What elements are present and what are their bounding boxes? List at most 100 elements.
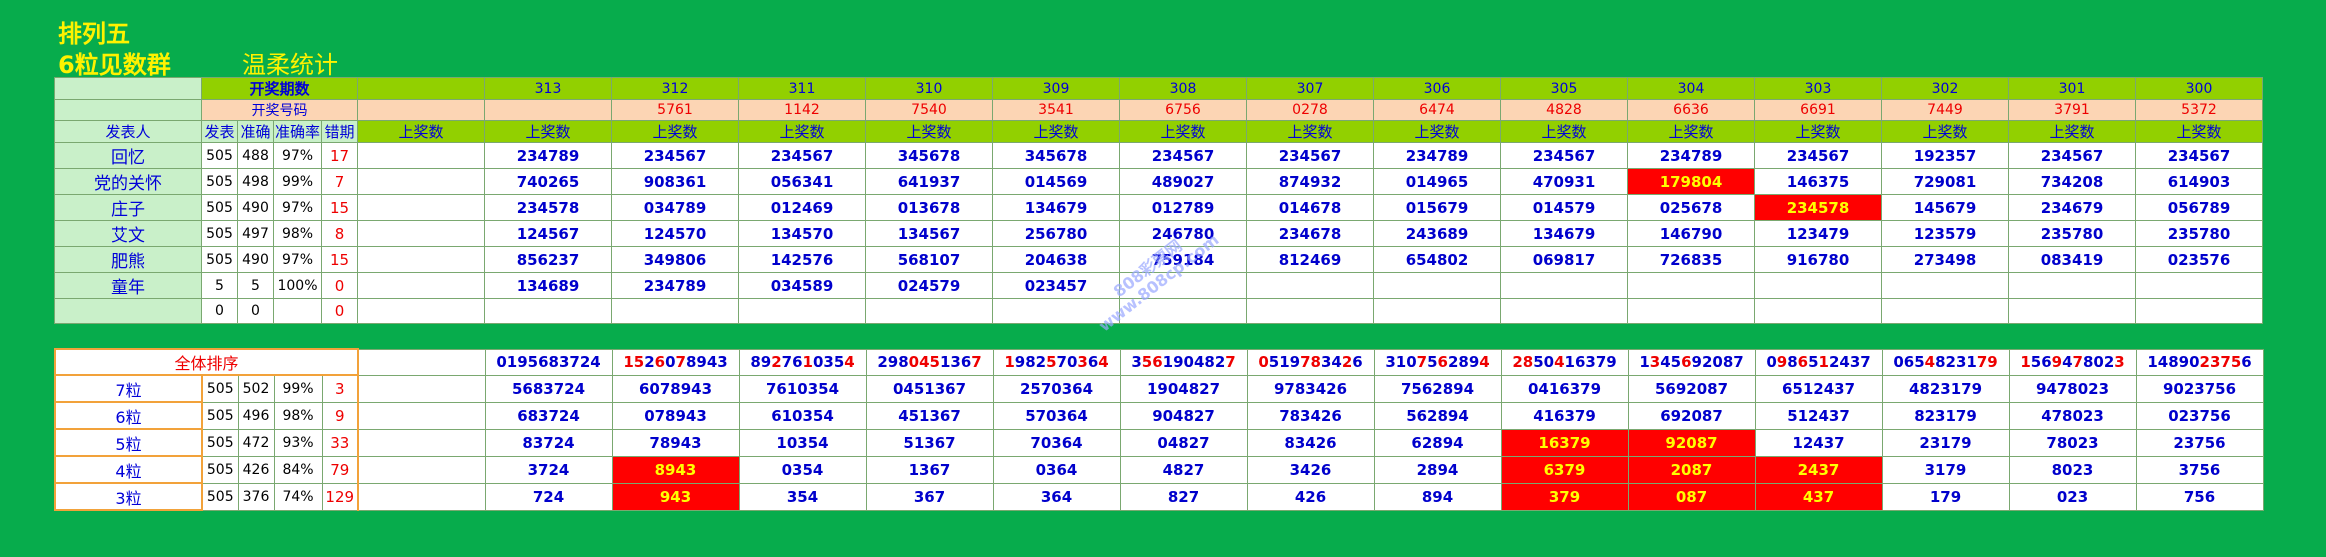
prediction-cell xyxy=(357,246,485,273)
upcoming-header: 上奖数 xyxy=(1373,120,1501,143)
full-order-cell: 2980451367 xyxy=(865,348,994,376)
full-order-cell: 0654823179 xyxy=(1881,348,2010,376)
prediction-cell xyxy=(1500,298,1628,324)
prediction-cell: 874932 xyxy=(1246,168,1374,195)
level-cell: 12437 xyxy=(1754,428,1883,457)
upcoming-header: 上奖数 xyxy=(1246,120,1374,143)
prediction-cell: 123479 xyxy=(1754,220,1882,247)
order-digit: 5 xyxy=(1046,353,1057,371)
level-cell xyxy=(357,401,486,430)
prediction-cell xyxy=(357,272,485,299)
order-digit: 3 xyxy=(2114,353,2125,371)
order-digit: 8 xyxy=(1310,353,1321,371)
table-row: 000 xyxy=(54,298,2263,324)
order-digit: 0 xyxy=(665,353,676,371)
prediction-cell: 856237 xyxy=(484,246,612,273)
draw-number-cell: 6474 xyxy=(1373,99,1501,121)
period-cell: 311 xyxy=(738,77,866,100)
prediction-cell: 069817 xyxy=(1500,246,1628,273)
order-digit: 5 xyxy=(1141,353,1153,371)
prediction-cell: 025678 xyxy=(1627,194,1755,221)
order-digit: 8 xyxy=(1204,353,1215,371)
order-digit: 2 xyxy=(1035,353,1047,371)
level-cell: 354 xyxy=(738,482,867,511)
upcoming-header: 上奖数 xyxy=(1500,120,1628,143)
order-digit: 4 xyxy=(706,353,718,371)
prediction-cell: 234789 xyxy=(611,272,739,299)
poster-name[interactable]: 童年 xyxy=(54,272,202,299)
miss-count: 15 xyxy=(321,194,358,221)
prediction-cell: 134679 xyxy=(992,194,1120,221)
prediction-cell: 243689 xyxy=(1373,220,1501,247)
accuracy-rate: 93% xyxy=(273,428,323,457)
order-digit: 4 xyxy=(1554,353,1565,371)
order-digit: 8 xyxy=(750,353,761,371)
prediction-cell: 134689 xyxy=(484,272,612,299)
order-digit: 6 xyxy=(1681,353,1692,371)
draw-number-cell: 6636 xyxy=(1627,99,1755,121)
order-digit: 6 xyxy=(1152,353,1163,371)
poster-name[interactable]: 庄子 xyxy=(54,194,202,221)
order-digit: 1 xyxy=(939,353,951,371)
draw-number-cell: 6691 xyxy=(1754,99,1882,121)
prediction-cell: 145679 xyxy=(1881,194,2009,221)
level-cell: 570364 xyxy=(992,401,1121,430)
poster-name[interactable]: 艾文 xyxy=(54,220,202,247)
draw-number-cell: 4828 xyxy=(1500,99,1628,121)
prediction-cell: 614903 xyxy=(2135,168,2263,195)
order-digit: 6 xyxy=(1797,353,1809,371)
poster-name[interactable]: 肥熊 xyxy=(54,246,202,273)
order-digit: 5 xyxy=(1533,353,1544,371)
prediction-cell: 124567 xyxy=(484,220,612,247)
level-cell: 451367 xyxy=(865,401,994,430)
order-digit: 8 xyxy=(1787,353,1798,371)
level-cell: 5692087 xyxy=(1627,374,1756,403)
order-digit: 8 xyxy=(1458,353,1469,371)
poster-name[interactable] xyxy=(54,298,202,324)
prediction-cell: 034789 xyxy=(611,194,739,221)
order-digit: 6 xyxy=(2041,353,2052,371)
page-title: 排列五 xyxy=(58,20,130,48)
level-cell: 51367 xyxy=(865,428,994,457)
ranking-header-row: 全体排序 0195683724 1526078943 8927610354 298045… xyxy=(54,348,2264,376)
order-digit: 3 xyxy=(558,353,570,371)
published-count: 505 xyxy=(201,401,239,430)
order-digit: 7 xyxy=(2072,353,2083,371)
order-digit: 7 xyxy=(675,353,686,371)
order-digit: 9 xyxy=(760,353,772,371)
prediction-cell: 024579 xyxy=(865,272,993,299)
prediction-cell xyxy=(357,220,485,247)
prediction-cell: 234567 xyxy=(611,142,739,169)
period-cell: 306 xyxy=(1373,77,1501,100)
order-digit: 4 xyxy=(1479,353,1490,371)
full-order-cell xyxy=(357,348,486,376)
full-order-cell: 0195683724 xyxy=(484,348,613,376)
published-count: 505 xyxy=(201,220,238,247)
published-count: 505 xyxy=(201,246,238,273)
prediction-cell: 034589 xyxy=(738,272,866,299)
prediction-cell: 014569 xyxy=(992,168,1120,195)
prediction-cell: 740265 xyxy=(484,168,612,195)
order-digit: 0 xyxy=(2093,353,2104,371)
order-digit: 7 xyxy=(1595,353,1607,371)
level-label: 6粒 xyxy=(54,401,203,430)
order-digit: 2 xyxy=(2103,353,2115,371)
order-digit: 1 xyxy=(506,353,518,371)
poster-name[interactable]: 回忆 xyxy=(54,142,202,169)
table-row: 回忆 505 488 97% 17 234789 234567 234567 345678 345… xyxy=(54,142,2263,169)
prediction-cell xyxy=(1754,272,1882,299)
upcoming-header: 上奖数 xyxy=(1754,120,1882,143)
upcoming-header: 上奖数 xyxy=(1119,120,1247,143)
poster-name[interactable]: 党的关怀 xyxy=(54,168,202,195)
prediction-cell xyxy=(357,298,485,324)
level-cell: 894 xyxy=(1373,482,1502,511)
period-cell: 303 xyxy=(1754,77,1882,100)
period-cell: 304 xyxy=(1627,77,1755,100)
prediction-cell xyxy=(738,298,866,324)
level-cell: 83426 xyxy=(1246,428,1375,457)
order-digit: 7 xyxy=(2220,353,2231,371)
order-digit: 9 xyxy=(1776,353,1788,371)
order-digit: 3 xyxy=(950,353,961,371)
level-cell: 087 xyxy=(1627,482,1756,511)
order-digit: 6 xyxy=(2241,353,2252,371)
